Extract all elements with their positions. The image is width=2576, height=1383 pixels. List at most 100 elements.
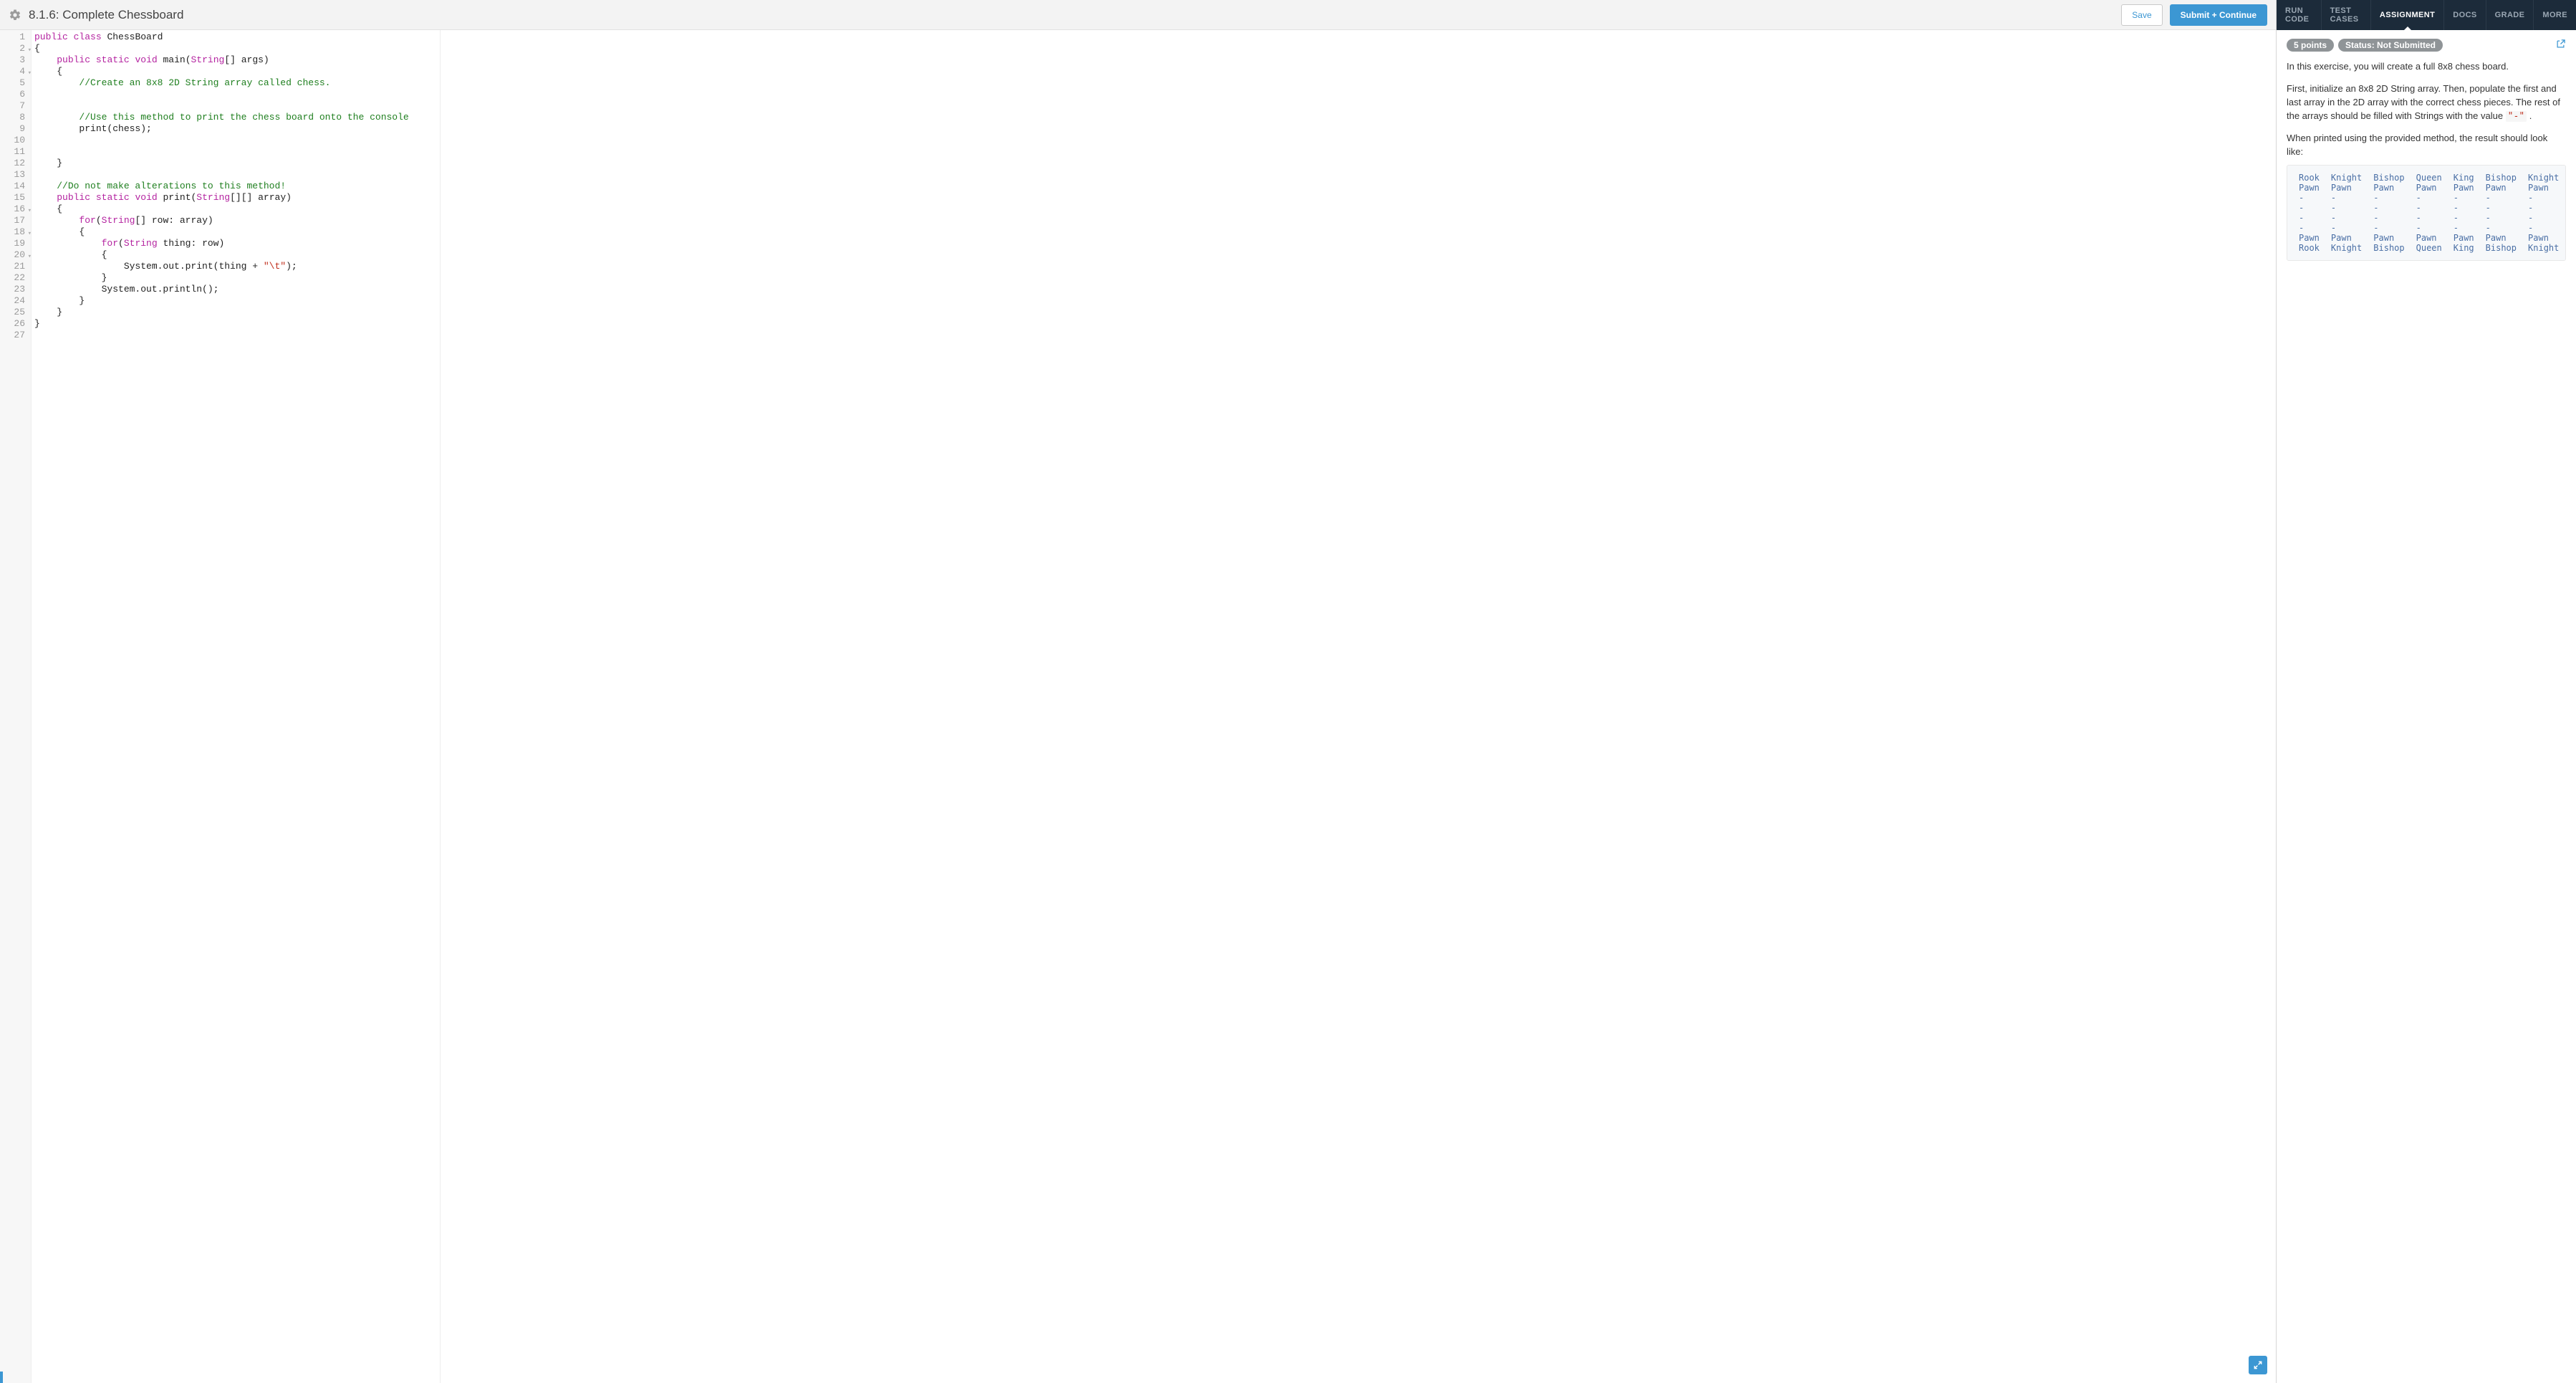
line-number: 4	[0, 66, 31, 77]
code-line[interactable]: public class ChessBoard	[34, 32, 2273, 43]
line-number: 23	[0, 284, 31, 295]
code-line[interactable]: {	[34, 66, 2273, 77]
editor-header: 8.1.6: Complete Chessboard Save Submit +…	[0, 0, 2276, 30]
table-cell: -	[2368, 193, 2410, 203]
table-cell: Pawn	[2480, 183, 2522, 193]
table-cell: Knight	[2522, 173, 2565, 183]
table-cell: -	[2448, 223, 2480, 233]
code-line[interactable]	[34, 135, 2273, 146]
code-line[interactable]: }	[34, 272, 2273, 284]
table-cell: Queen	[2411, 243, 2448, 253]
code-line[interactable]: for(String thing: row)	[34, 238, 2273, 249]
code-line[interactable]: public static void print(String[][] arra…	[34, 192, 2273, 204]
table-cell: -	[2368, 223, 2410, 233]
table-row: --------	[2293, 213, 2566, 223]
line-number: 7	[0, 100, 31, 112]
table-cell: -	[2522, 213, 2565, 223]
code-line[interactable]: for(String[] row: array)	[34, 215, 2273, 226]
code-line[interactable]: {	[34, 249, 2273, 261]
table-cell: Pawn	[2293, 183, 2325, 193]
assignment-para-3: When printed using the provided method, …	[2287, 132, 2566, 159]
app-root: 8.1.6: Complete Chessboard Save Submit +…	[0, 0, 2576, 1383]
code-line[interactable]: {	[34, 226, 2273, 238]
code-line[interactable]	[34, 89, 2273, 100]
tab-more[interactable]: MORE	[2534, 0, 2576, 30]
code-line[interactable]: //Do not make alterations to this method…	[34, 181, 2273, 192]
table-cell: -	[2411, 203, 2448, 213]
tab-assignment[interactable]: ASSIGNMENT	[2371, 0, 2444, 30]
code-line[interactable]: }	[34, 158, 2273, 169]
table-cell: Bishop	[2480, 243, 2522, 253]
table-cell: Pawn	[2522, 233, 2565, 243]
fullscreen-button[interactable]	[2249, 1356, 2267, 1374]
badges-row: 5 points Status: Not Submitted	[2287, 39, 2566, 52]
line-number: 16	[0, 204, 31, 215]
line-number: 14	[0, 181, 31, 192]
code-line[interactable]	[34, 169, 2273, 181]
code-line[interactable]: //Use this method to print the chess boa…	[34, 112, 2273, 123]
line-number: 11	[0, 146, 31, 158]
code-line[interactable]: System.out.print(thing + "\t");	[34, 261, 2273, 272]
line-number: 17	[0, 215, 31, 226]
open-external-icon[interactable]	[2555, 39, 2566, 52]
table-cell: -	[2522, 193, 2565, 203]
table-cell: -	[2480, 213, 2522, 223]
code-line[interactable]: }	[34, 295, 2273, 307]
table-cell: Pawn	[2565, 183, 2566, 193]
assignment-para-1: In this exercise, you will create a full…	[2287, 60, 2566, 74]
table-cell: Pawn	[2448, 233, 2480, 243]
tab-grade[interactable]: GRADE	[2486, 0, 2534, 30]
line-number: 18	[0, 226, 31, 238]
tab-docs[interactable]: DOCS	[2444, 0, 2486, 30]
code-area[interactable]: public class ChessBoard { public static …	[32, 30, 2276, 1383]
gear-icon[interactable]	[9, 9, 21, 21]
save-button[interactable]: Save	[2121, 4, 2162, 26]
code-line[interactable]: print(chess);	[34, 123, 2273, 135]
line-number: 15	[0, 192, 31, 204]
table-cell: Rook	[2293, 243, 2325, 253]
table-cell: Rook	[2293, 173, 2325, 183]
line-number: 27	[0, 330, 31, 341]
table-row: --------	[2293, 223, 2566, 233]
line-number: 10	[0, 135, 31, 146]
table-row: RookKnightBishopQueenKingBishopKnightRoo…	[2293, 243, 2566, 253]
table-cell: Bishop	[2368, 173, 2410, 183]
code-line[interactable]: {	[34, 43, 2273, 54]
table-cell: Pawn	[2411, 183, 2448, 193]
table-row: PawnPawnPawnPawnPawnPawnPawnPawn	[2293, 183, 2566, 193]
code-line[interactable]: //Create an 8x8 2D String array called c…	[34, 77, 2273, 89]
table-cell: Pawn	[2565, 233, 2566, 243]
line-number: 19	[0, 238, 31, 249]
code-line[interactable]: System.out.println();	[34, 284, 2273, 295]
tab-run-code[interactable]: RUN CODE	[2277, 0, 2322, 30]
line-number: 26	[0, 318, 31, 330]
line-number: 8	[0, 112, 31, 123]
code-line[interactable]	[34, 100, 2273, 112]
table-cell: -	[2565, 193, 2566, 203]
line-number: 21	[0, 261, 31, 272]
points-badge: 5 points	[2287, 39, 2334, 52]
side-tabs: RUN CODETEST CASESASSIGNMENTDOCSGRADEMOR…	[2277, 0, 2576, 30]
line-number: 25	[0, 307, 31, 318]
table-cell: -	[2411, 213, 2448, 223]
table-cell: -	[2325, 213, 2368, 223]
code-line[interactable]: public static void main(String[] args)	[34, 54, 2273, 66]
code-line[interactable]: {	[34, 204, 2273, 215]
table-cell: -	[2480, 193, 2522, 203]
line-number: 3	[0, 54, 31, 66]
table-cell: Pawn	[2368, 183, 2410, 193]
table-cell: Rook	[2565, 243, 2566, 253]
table-cell: -	[2448, 203, 2480, 213]
tab-test-cases[interactable]: TEST CASES	[2322, 0, 2371, 30]
code-editor[interactable]: 1234567891011121314151617181920212223242…	[0, 30, 2276, 1383]
status-strip	[0, 1372, 3, 1383]
table-cell: -	[2480, 203, 2522, 213]
code-line[interactable]: }	[34, 307, 2273, 318]
table-cell: -	[2480, 223, 2522, 233]
line-number: 20	[0, 249, 31, 261]
table-cell: -	[2368, 213, 2410, 223]
code-line[interactable]: }	[34, 318, 2273, 330]
submit-continue-button[interactable]: Submit + Continue	[2170, 4, 2267, 26]
code-line[interactable]	[34, 146, 2273, 158]
table-cell: -	[2565, 213, 2566, 223]
